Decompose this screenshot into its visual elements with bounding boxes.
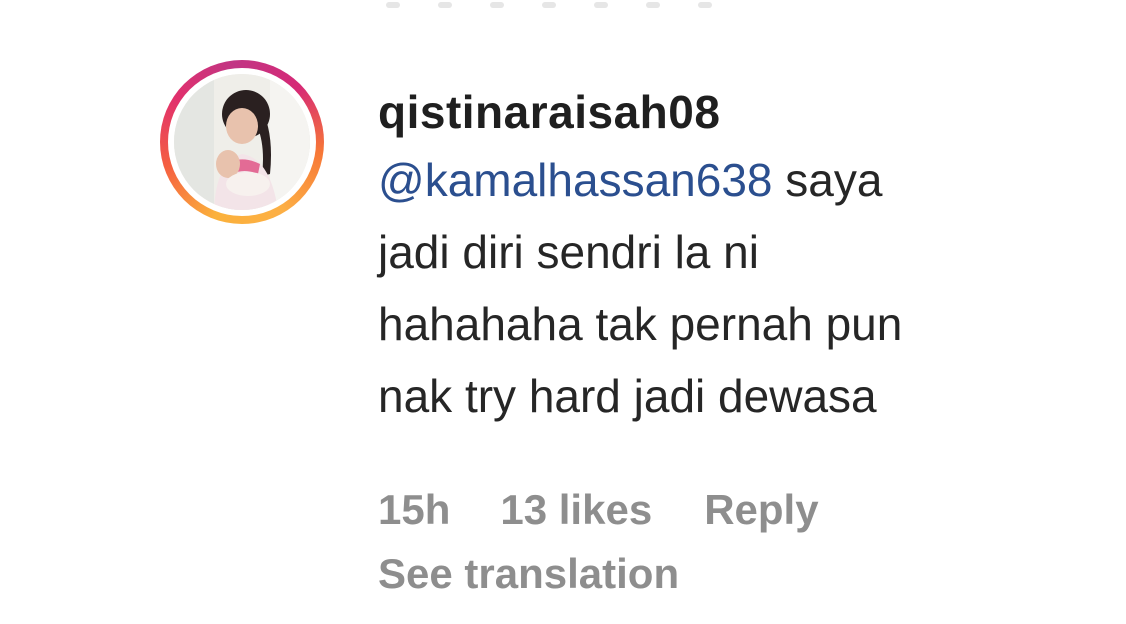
avatar-story-ring[interactable] — [160, 60, 324, 224]
comment-likes-count[interactable]: 13 likes — [500, 484, 652, 536]
comment-timestamp: 15h — [378, 486, 451, 533]
comment-body: qistinaraisah08 @kamalhassan638 saya jadi… — [378, 82, 1098, 432]
avatar[interactable] — [174, 74, 310, 210]
comment-meta: 15h 13 likes Reply — [378, 484, 819, 536]
truncated-content-above — [386, 2, 712, 8]
comment-username[interactable]: qistinaraisah08 — [378, 82, 1098, 142]
comment-text-line-2: jadi diri sendri la ni — [378, 226, 759, 278]
mention-link[interactable]: @kamalhassan638 — [378, 154, 772, 206]
comment-text-line-3: hahahaha tak pernah pun — [378, 298, 903, 350]
comment-card: qistinaraisah08 @kamalhassan638 saya jadi… — [0, 0, 1126, 624]
reply-button[interactable]: Reply — [704, 484, 818, 536]
avatar-photo-icon — [174, 74, 310, 210]
comment-text-line-4: nak try hard jadi dewasa — [378, 370, 877, 422]
comment-text-line-1: saya — [772, 154, 883, 206]
see-translation-link[interactable]: See translation — [378, 548, 679, 600]
comment-text: @kamalhassan638 saya jadi diri sendri la … — [378, 144, 1058, 432]
